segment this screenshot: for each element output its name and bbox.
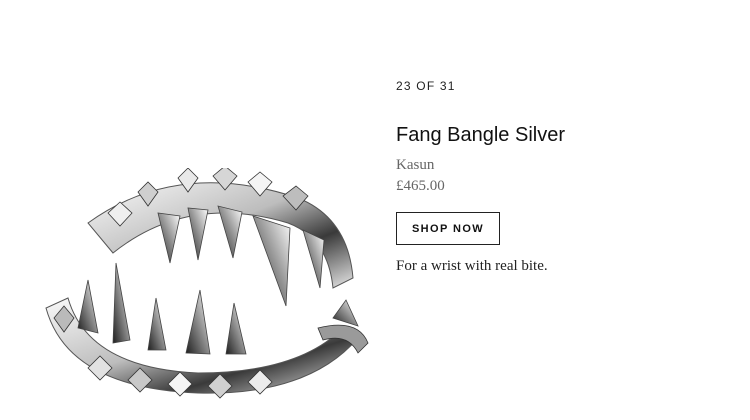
brand-name: Kasun	[396, 157, 435, 173]
slide-counter: 23 OF 31	[396, 79, 456, 93]
product-price: £465.00	[396, 178, 445, 194]
product-tagline: For a wrist with real bite.	[396, 258, 548, 274]
spiked-bangle-illustration	[45, 168, 369, 399]
shop-now-button[interactable]: SHOP NOW	[396, 212, 500, 245]
product-title: Fang Bangle Silver	[396, 124, 565, 146]
product-image[interactable]	[28, 168, 388, 408]
